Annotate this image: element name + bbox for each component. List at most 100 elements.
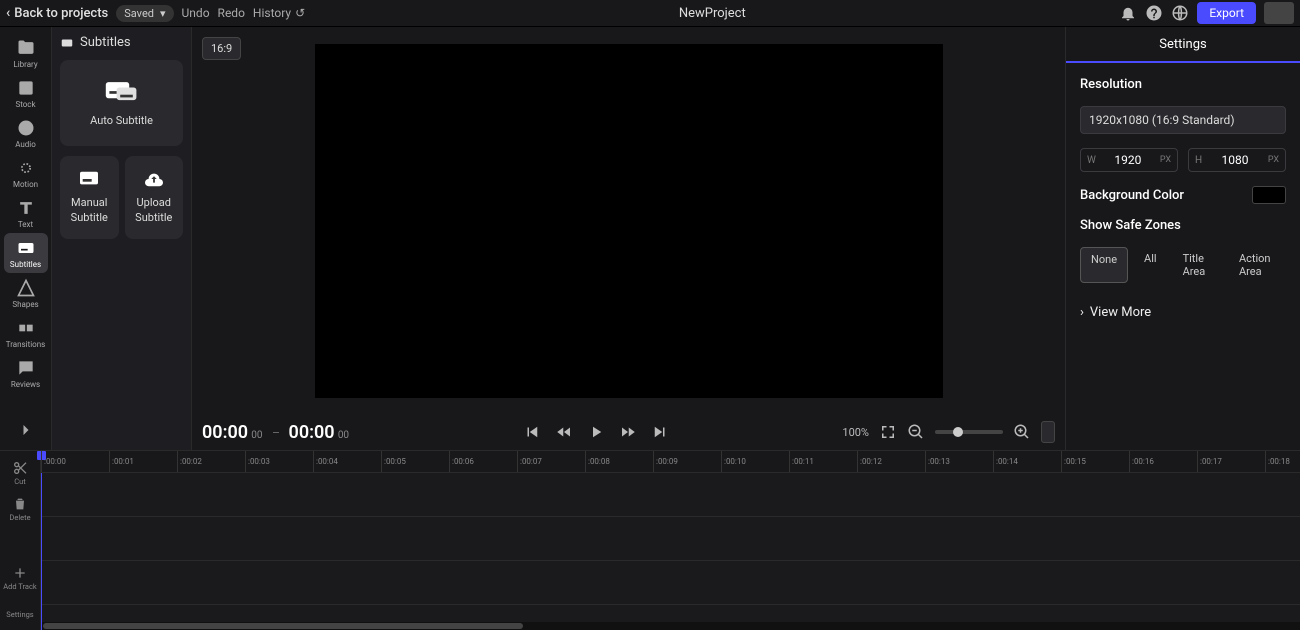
cut-button[interactable]: Cut	[0, 457, 40, 489]
scissors-icon	[12, 460, 28, 476]
sidebar-item-reviews[interactable]: Reviews	[4, 353, 48, 393]
ruler-tick: :00:17	[1197, 451, 1265, 472]
user-menu[interactable]	[1264, 2, 1294, 24]
zoom-percent: 100%	[842, 426, 869, 439]
redo-button[interactable]: Redo	[218, 6, 245, 20]
safe-zone-none[interactable]: None	[1080, 247, 1128, 283]
saved-status[interactable]: Saved ▾	[116, 5, 173, 22]
chevron-down-icon: ▾	[160, 7, 166, 20]
timeline-track[interactable]	[41, 561, 1300, 605]
back-to-projects-button[interactable]: ‹ Back to projects	[6, 5, 108, 21]
skip-end-icon[interactable]	[651, 423, 669, 441]
preview-canvas[interactable]	[315, 44, 943, 398]
manual-subtitle-icon	[78, 170, 100, 188]
scrollbar-thumb[interactable]	[43, 623, 523, 629]
folder-icon	[16, 38, 36, 58]
safe-zones-title: Show Safe Zones	[1080, 218, 1286, 233]
chevron-right-icon	[16, 420, 36, 440]
motion-icon	[16, 158, 36, 178]
subtitles-icon	[16, 238, 36, 258]
notifications-icon[interactable]	[1119, 4, 1137, 22]
tab-settings[interactable]: Settings	[1066, 27, 1300, 63]
sidebar-item-text[interactable]: Text	[4, 193, 48, 233]
timeline-ruler[interactable]: :00:00 :00:01 :00:02 :00:03 :00:04 :00:0…	[41, 451, 1300, 473]
language-icon[interactable]	[1171, 4, 1189, 22]
rewind-icon[interactable]	[555, 423, 573, 441]
undo-button[interactable]: Undo	[182, 6, 210, 20]
ruler-tick: :00:18	[1265, 451, 1300, 472]
timeline-settings-button[interactable]: Settings	[0, 598, 40, 630]
canvas-resize-handle[interactable]	[1041, 421, 1055, 443]
fullscreen-icon[interactable]	[879, 423, 897, 441]
play-icon[interactable]	[587, 423, 605, 441]
timeline-scrollbar[interactable]	[41, 622, 1300, 630]
auto-subtitle-button[interactable]: Auto Subtitle	[60, 60, 183, 146]
left-sidebar: Library Stock Audio Motion Text Subtitle…	[0, 27, 52, 450]
view-more-button[interactable]: › View More	[1080, 305, 1286, 320]
height-input[interactable]: H 1080 PX	[1188, 148, 1286, 172]
ruler-tick: :00:02	[177, 451, 245, 472]
skip-start-icon[interactable]	[523, 423, 541, 441]
timeline-track[interactable]	[41, 473, 1300, 517]
total-time: 00:00 00	[289, 422, 350, 443]
history-button[interactable]: History ↺	[253, 6, 305, 20]
sidebar-item-stock[interactable]: Stock	[4, 73, 48, 113]
subtitles-icon	[60, 36, 74, 50]
timeline-toolbar: Cut Delete Add Track Settings	[0, 451, 41, 630]
resolution-select[interactable]: 1920x1080 (16:9 Standard)	[1080, 106, 1286, 134]
add-track-button[interactable]: Add Track	[0, 562, 40, 594]
text-icon	[16, 198, 36, 218]
zoom-slider[interactable]	[935, 430, 1003, 434]
delete-button[interactable]: Delete	[0, 493, 40, 525]
resolution-title: Resolution	[1080, 77, 1286, 92]
safe-zone-all[interactable]: All	[1134, 247, 1167, 283]
sidebar-item-library[interactable]: Library	[4, 33, 48, 73]
help-icon[interactable]	[1145, 4, 1163, 22]
subtitles-panel: Subtitles Auto Subtitle Manual Subtitle …	[52, 27, 192, 450]
zoom-thumb[interactable]	[953, 427, 963, 437]
sidebar-item-expand[interactable]	[4, 410, 48, 450]
bg-color-swatch[interactable]	[1252, 186, 1286, 204]
chevron-right-icon: ›	[1080, 305, 1084, 320]
aspect-ratio-button[interactable]: 16:9	[202, 37, 241, 60]
ruler-tick: :00:01	[109, 451, 177, 472]
stock-icon	[16, 78, 36, 98]
ruler-tick: :00:05	[381, 451, 449, 472]
transitions-icon	[16, 318, 36, 338]
safe-zone-title[interactable]: Title Area	[1173, 247, 1223, 283]
sidebar-item-transitions[interactable]: Transitions	[4, 313, 48, 353]
preview-area: 16:9 00:00 00 00:00 00 100%	[192, 27, 1065, 450]
timeline-body[interactable]: :00:00 :00:01 :00:02 :00:03 :00:04 :00:0…	[41, 451, 1300, 630]
reviews-icon	[16, 358, 36, 378]
ruler-tick: :00:08	[585, 451, 653, 472]
bg-color-title: Background Color	[1080, 188, 1184, 203]
forward-icon[interactable]	[619, 423, 637, 441]
width-input[interactable]: W 1920 PX	[1080, 148, 1178, 172]
sidebar-item-subtitles[interactable]: Subtitles	[4, 233, 48, 273]
timeline-tracks[interactable]	[41, 473, 1300, 622]
trash-icon	[12, 496, 28, 512]
export-button[interactable]: Export	[1197, 2, 1256, 24]
zoom-in-icon[interactable]	[1013, 423, 1031, 441]
safe-zone-action[interactable]: Action Area	[1229, 247, 1286, 283]
zoom-out-icon[interactable]	[907, 423, 925, 441]
history-icon: ↺	[295, 6, 305, 20]
ruler-tick: :00:11	[789, 451, 857, 472]
sidebar-item-motion[interactable]: Motion	[4, 153, 48, 193]
main-area: Library Stock Audio Motion Text Subtitle…	[0, 27, 1300, 450]
playhead[interactable]	[41, 451, 42, 630]
canvas-zone	[192, 27, 1065, 414]
current-time: 00:00 00	[202, 422, 263, 443]
upload-subtitle-button[interactable]: Upload Subtitle	[125, 156, 184, 239]
sidebar-item-audio[interactable]: Audio	[4, 113, 48, 153]
ruler-tick: :00:15	[1061, 451, 1129, 472]
ruler-tick: :00:10	[721, 451, 789, 472]
manual-subtitle-button[interactable]: Manual Subtitle	[60, 156, 119, 239]
ruler-tick: :00:16	[1129, 451, 1197, 472]
ruler-tick: :00:03	[245, 451, 313, 472]
sidebar-item-shapes[interactable]: Shapes	[4, 273, 48, 313]
chevron-left-icon: ‹	[6, 5, 10, 21]
time-divider	[273, 432, 279, 433]
timeline-track[interactable]	[41, 517, 1300, 561]
ruler-tick: :00:07	[517, 451, 585, 472]
